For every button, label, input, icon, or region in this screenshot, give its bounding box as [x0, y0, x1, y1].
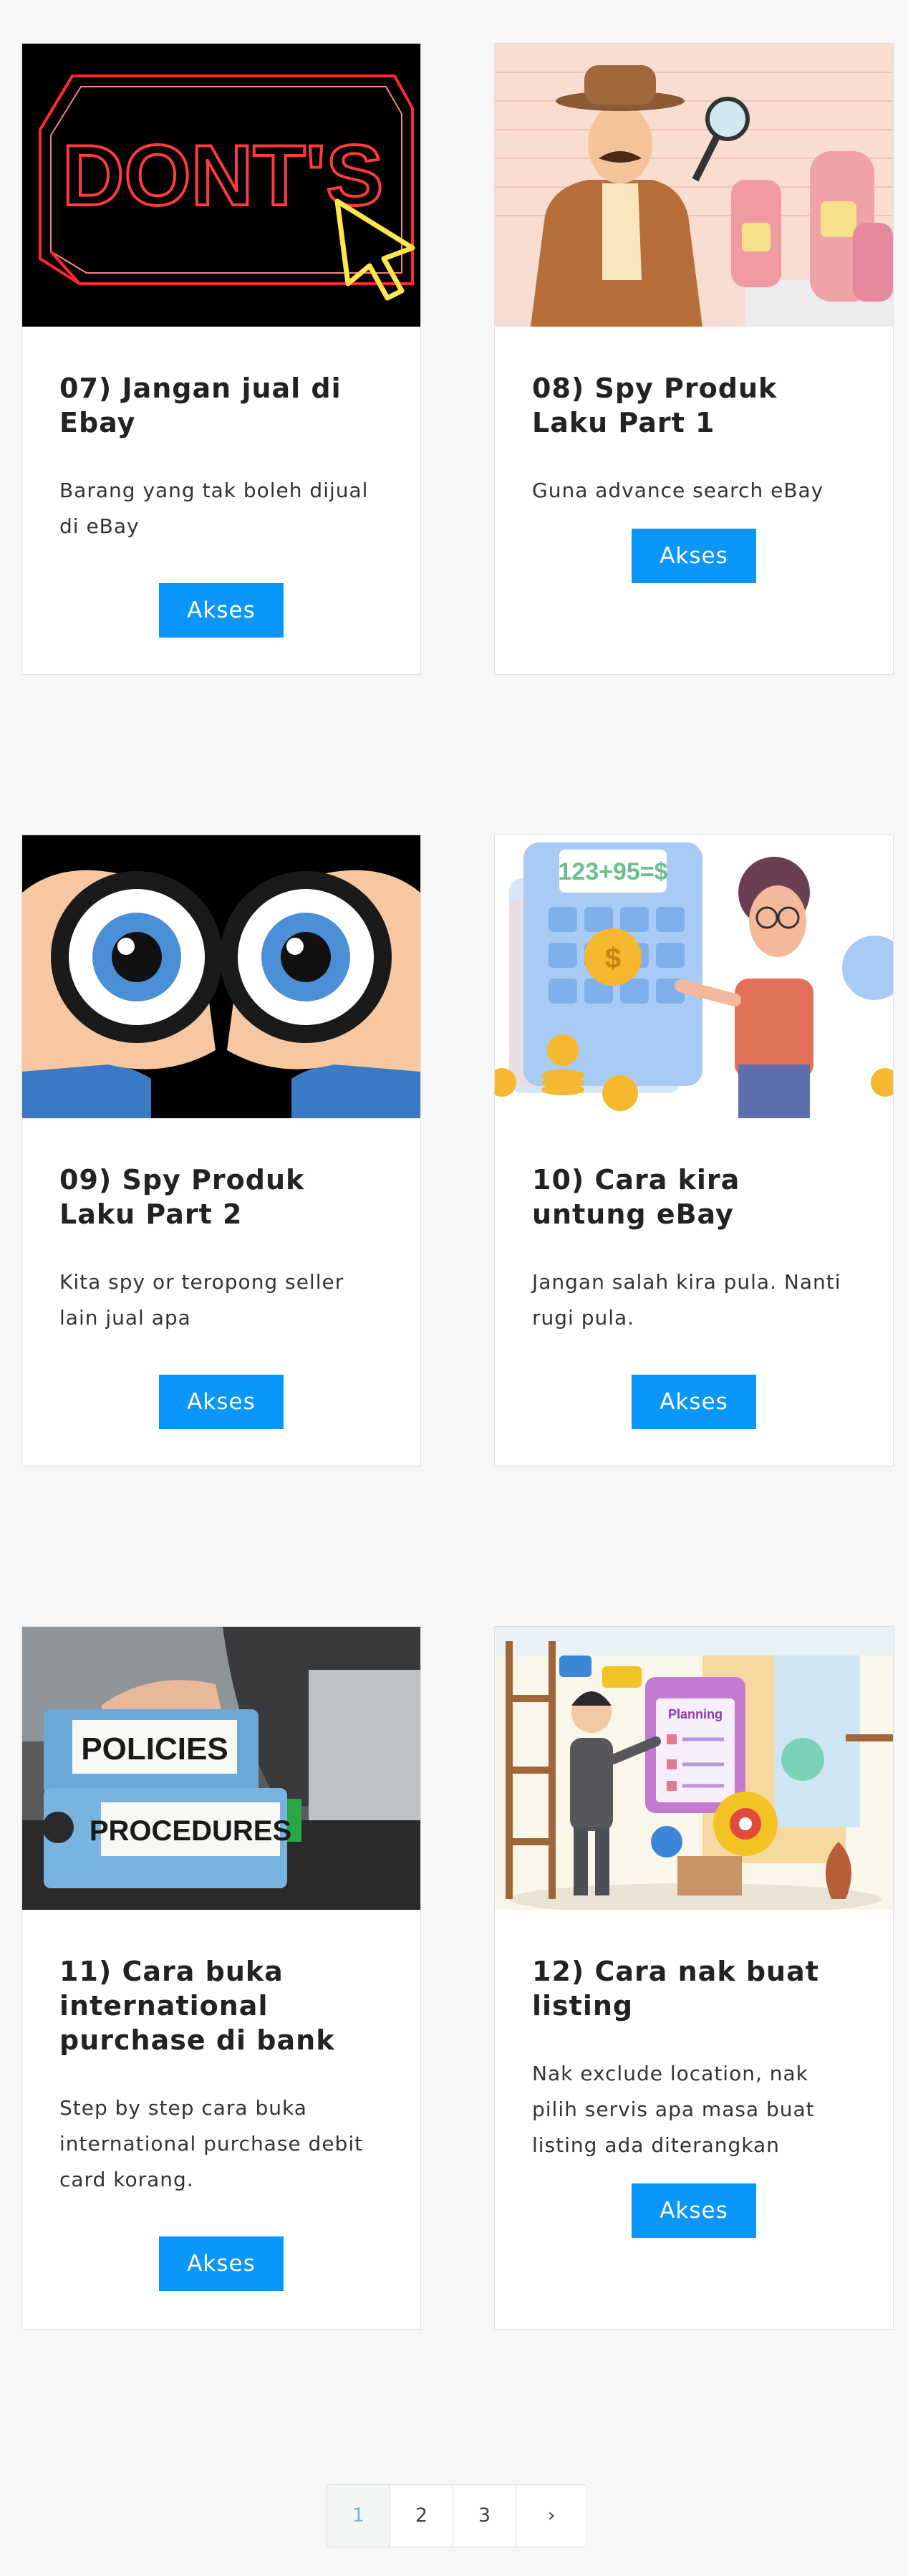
binoculars-image: [22, 835, 420, 1118]
neon-sign-text: DONT'S: [62, 128, 384, 224]
akses-button[interactable]: Akses: [632, 1375, 756, 1429]
course-card-10: 123+95=$ $ 10) Cara kira untung eBay Jan…: [494, 835, 894, 1466]
card-description: Jangan salah kira pula. Nanti rugi pula.: [532, 1270, 841, 1330]
card-description: Kita spy or teropong seller lain jual ap…: [59, 1270, 344, 1330]
card-description: Nak exclude location, nak pilih servis a…: [532, 2062, 815, 2157]
page-1-link[interactable]: 1: [327, 2485, 390, 2547]
akses-button[interactable]: Akses: [159, 2236, 284, 2291]
course-card-08: 08) Spy Produk Laku Part 1 Guna advance …: [494, 43, 894, 675]
card-title: 07) Jangan jual di Ebay: [59, 373, 342, 438]
akses-button[interactable]: Akses: [632, 529, 756, 583]
next-page-button[interactable]: ›: [516, 2485, 586, 2547]
profit-calculator-image: 123+95=$ $: [495, 835, 893, 1118]
card-description: Step by step cara buka international pur…: [59, 2096, 364, 2191]
card-description: Barang yang tak boleh dijual di eBay: [59, 479, 369, 538]
calculator-display-text: 123+95=$: [558, 858, 667, 885]
card-title: 09) Spy Produk Laku Part 2: [59, 1164, 305, 1230]
card-title: 11) Cara buka international purchase di …: [59, 1956, 335, 2056]
planning-image: Planning: [495, 1627, 893, 1910]
card-title: 08) Spy Produk Laku Part 1: [532, 373, 778, 438]
binder-label-text: PROCEDURES: [90, 1815, 291, 1847]
svg-text:$: $: [605, 943, 621, 974]
page-3-link[interactable]: 3: [453, 2485, 516, 2547]
akses-button[interactable]: Akses: [159, 583, 284, 638]
planning-board-text: Planning: [668, 1707, 723, 1721]
course-card-11: POLICIES PROCEDURES 11) Cara buka intern…: [21, 1626, 421, 2330]
card-title: 10) Cara kira untung eBay: [532, 1164, 740, 1230]
course-card-07: DONT'S 07) Jangan jual di Ebay Barang ya…: [21, 43, 421, 675]
neon-donts-image: DONT'S: [22, 44, 420, 327]
page-2-link[interactable]: 2: [390, 2485, 453, 2547]
akses-button[interactable]: Akses: [632, 2183, 756, 2238]
detective-image: [495, 44, 893, 327]
chevron-right-icon: ›: [547, 2504, 556, 2527]
pagination: 1 2 3 ›: [327, 2484, 587, 2547]
card-description: Guna advance search eBay: [532, 479, 824, 502]
course-card-09: 09) Spy Produk Laku Part 2 Kita spy or t…: [21, 835, 421, 1466]
binder-label-text: POLICIES: [81, 1731, 228, 1767]
akses-button[interactable]: Akses: [159, 1375, 284, 1429]
course-card-12: Planning 12) Cara nak buat listing Nak e…: [494, 1626, 894, 2330]
policies-procedures-image: POLICIES PROCEDURES: [22, 1627, 420, 1910]
card-title: 12) Cara nak buat listing: [532, 1956, 819, 2022]
